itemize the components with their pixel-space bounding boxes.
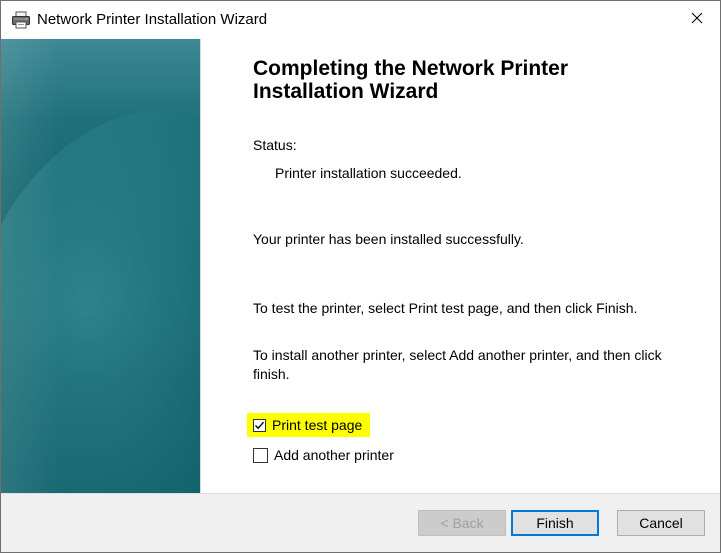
add-another-printer-option[interactable]: Add another printer — [253, 447, 394, 463]
cancel-button[interactable]: Cancel — [617, 510, 705, 536]
button-bar: < Back Finish Cancel — [1, 494, 720, 552]
close-icon — [691, 11, 703, 29]
add-another-printer-label: Add another printer — [274, 447, 394, 463]
wizard-window: Network Printer Installation Wizard Comp… — [0, 0, 721, 553]
print-test-page-checkbox[interactable] — [253, 418, 266, 432]
printer-icon — [11, 11, 31, 29]
status-label: Status: — [253, 137, 297, 153]
finish-button[interactable]: Finish — [511, 510, 599, 536]
wizard-banner-image — [1, 39, 200, 493]
back-button[interactable]: < Back — [418, 510, 506, 536]
page-heading: Completing the Network Printer Installat… — [253, 57, 569, 103]
test-instruction: To test the printer, select Print test p… — [253, 300, 638, 316]
add-another-instruction: To install another printer, select Add a… — [253, 347, 662, 382]
window-title: Network Printer Installation Wizard — [37, 11, 268, 28]
add-another-printer-checkbox[interactable] — [253, 447, 268, 463]
print-test-page-option[interactable]: Print test page — [247, 413, 371, 437]
close-button[interactable] — [674, 1, 720, 39]
status-value: Printer installation succeeded. — [275, 165, 462, 181]
title-bar: Network Printer Installation Wizard — [1, 1, 720, 39]
banner-divider — [200, 39, 201, 493]
print-test-page-label: Print test page — [272, 417, 363, 433]
installed-message: Your printer has been installed successf… — [253, 231, 524, 247]
